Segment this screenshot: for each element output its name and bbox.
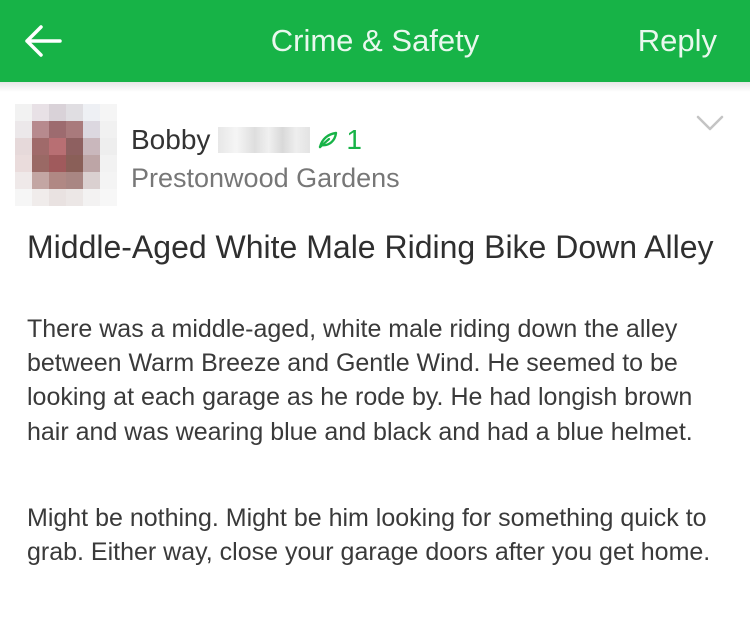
neighborhood-link[interactable]: Prestonwood Gardens [131,162,400,194]
post-title: Middle-Aged White Male Riding Bike Down … [27,229,714,265]
post-header: Bobby 1 Prestonwood Gardens [0,92,750,210]
post-body-paragraph: Might be nothing. Might be him looking f… [27,504,711,567]
reply-button[interactable]: Reply [638,20,717,62]
author-name[interactable]: Bobby [131,124,210,156]
thank-count: 1 [346,124,362,155]
author-line: Bobby 1 [131,122,362,158]
post-menu-button[interactable] [688,108,732,138]
leaf-icon [318,131,338,149]
chevron-down-icon [696,115,724,131]
top-navigation-bar: Crime & Safety Reply [0,0,750,82]
avatar[interactable] [15,104,117,206]
author-last-name-redacted [218,127,311,153]
post-body-paragraph: There was a middle-aged, white male ridi… [27,315,693,446]
navbar-shadow [0,82,750,92]
